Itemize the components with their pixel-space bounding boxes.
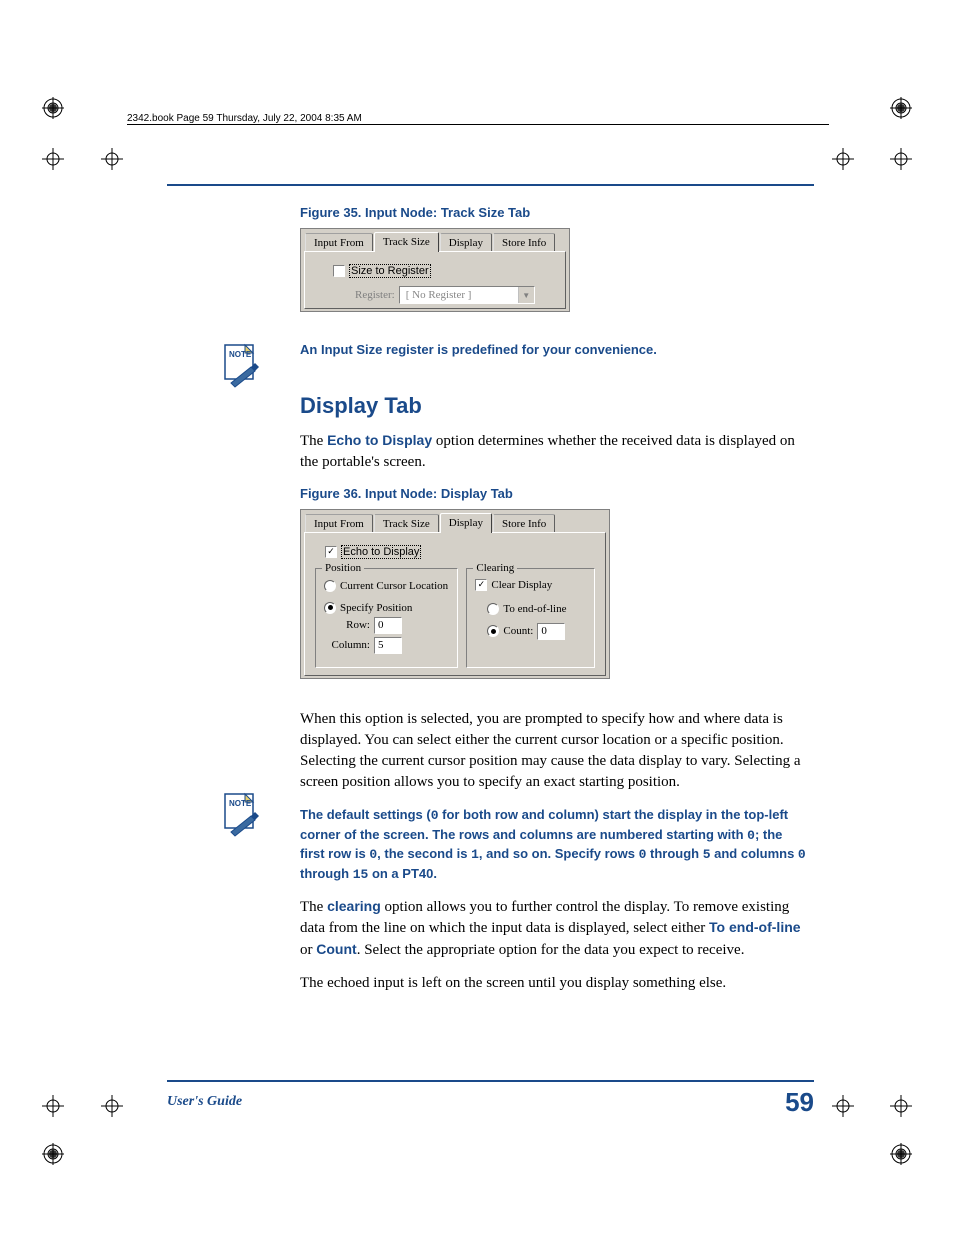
crosshair-mark [832, 148, 854, 170]
current-cursor-radio[interactable]: Current Cursor Location [324, 580, 449, 592]
checkbox-label: Echo to Display [341, 545, 421, 559]
checkbox-icon: ✓ [475, 579, 487, 591]
pdf-header-line: 2342.book Page 59 Thursday, July 22, 200… [127, 113, 362, 124]
row-input[interactable] [374, 617, 402, 634]
tab-input-from[interactable]: Input From [305, 514, 373, 534]
body-paragraph: The echoed input is left on the screen u… [300, 973, 810, 994]
clear-display-checkbox[interactable]: ✓ Clear Display [475, 579, 552, 591]
radio-icon [487, 603, 499, 615]
crosshair-mark [832, 1095, 854, 1117]
dialog-track-size: Input From Track Size Display Store Info… [300, 228, 570, 312]
tab-store-info[interactable]: Store Info [493, 233, 555, 253]
register-combo[interactable]: [ No Register ] ▼ [399, 286, 535, 304]
crosshair-mark [890, 1095, 912, 1117]
row-label: Row: [324, 619, 370, 631]
header-rule [127, 124, 829, 125]
svg-text:NOTE: NOTE [229, 350, 252, 359]
note-icon: NOTE [217, 792, 261, 838]
tab-input-from[interactable]: Input From [305, 233, 373, 253]
svg-text:NOTE: NOTE [229, 799, 252, 808]
reg-mark [890, 97, 912, 119]
tab-track-size[interactable]: Track Size [374, 232, 439, 252]
radio-icon [487, 625, 499, 637]
radio-icon [324, 580, 336, 592]
position-group: Position Current Cursor Location Specify… [315, 568, 458, 668]
clearing-group: Clearing ✓ Clear Display To end-of-line … [466, 568, 595, 668]
count-input[interactable] [537, 623, 565, 640]
checkbox-icon: ✓ [325, 546, 337, 558]
crosshair-mark [101, 148, 123, 170]
echo-to-display-checkbox[interactable]: ✓ Echo to Display [325, 545, 421, 559]
body-paragraph: When this option is selected, you are pr… [300, 709, 810, 794]
crosshair-mark [42, 1095, 64, 1117]
column-input[interactable] [374, 637, 402, 654]
top-rule [167, 184, 814, 186]
crosshair-mark [101, 1095, 123, 1117]
footer-title: User's Guide [167, 1094, 242, 1110]
section-heading: Display Tab [300, 393, 810, 419]
tab-track-size[interactable]: Track Size [374, 514, 439, 534]
fieldset-legend: Position [322, 562, 364, 574]
body-paragraph: The Echo to Display option determines wh… [300, 431, 810, 474]
size-to-register-checkbox[interactable]: Size to Register [333, 264, 431, 278]
note-text: The default settings (0 for both row and… [300, 806, 810, 885]
register-label: Register: [355, 289, 395, 301]
tab-display[interactable]: Display [440, 513, 492, 533]
dialog-display: Input From Track Size Display Store Info… [300, 509, 610, 679]
crosshair-mark [42, 148, 64, 170]
reg-mark [42, 1143, 64, 1165]
to-end-of-line-radio[interactable]: To end-of-line [487, 603, 586, 615]
radio-icon [324, 602, 336, 614]
chevron-down-icon: ▼ [518, 287, 534, 303]
reg-mark [890, 1143, 912, 1165]
checkbox-label: Size to Register [349, 264, 431, 278]
column-label: Column: [324, 639, 370, 651]
combo-value: [ No Register ] [400, 287, 518, 303]
body-paragraph: The clearing option allows you to furthe… [300, 897, 810, 961]
count-radio[interactable]: Count: [487, 623, 586, 640]
reg-mark [42, 97, 64, 119]
tab-store-info[interactable]: Store Info [493, 514, 555, 534]
crosshair-mark [890, 148, 912, 170]
checkbox-icon [333, 265, 345, 277]
tab-display[interactable]: Display [440, 233, 492, 253]
footer-rule [167, 1080, 814, 1082]
figure-caption: Figure 36. Input Node: Display Tab [300, 486, 810, 501]
fieldset-legend: Clearing [473, 562, 517, 574]
specify-position-radio[interactable]: Specify Position [324, 602, 449, 614]
note-icon: NOTE [217, 343, 261, 389]
note-text: An Input Size register is predefined for… [300, 342, 810, 357]
figure-caption: Figure 35. Input Node: Track Size Tab [300, 205, 810, 220]
page-number: 59 [785, 1087, 814, 1118]
